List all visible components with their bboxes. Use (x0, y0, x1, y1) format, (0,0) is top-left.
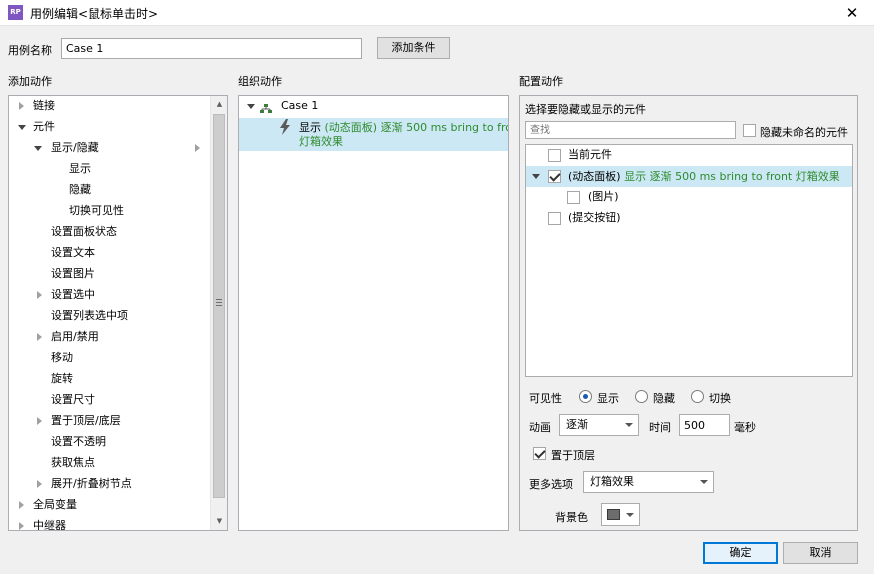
tree-item-global-variable[interactable]: 全局变量 (9, 495, 209, 515)
tree-item-widget[interactable]: 元件 (9, 117, 209, 137)
expand-arrow-icon[interactable] (37, 291, 42, 299)
widget-search-input[interactable] (525, 121, 736, 139)
collapse-arrow-icon[interactable] (34, 146, 42, 151)
widget-item-submit-button[interactable]: (提交按钮) (526, 208, 852, 228)
dropdown-caret-icon (700, 480, 708, 484)
scroll-thumb[interactable] (213, 114, 225, 498)
tree-item-link[interactable]: 链接 (9, 96, 209, 116)
tree-item-move[interactable]: 移动 (51, 348, 73, 368)
more-options-select[interactable]: 灯箱效果 (583, 471, 714, 493)
action-target: (动态面板) (324, 121, 378, 134)
tree-item-show[interactable]: 显示 (69, 159, 91, 179)
title-bar: RP 用例编辑<鼠标单击时> ✕ (0, 0, 874, 26)
configure-subheader: 选择要隐藏或显示的元件 (525, 103, 646, 116)
expand-arrow-icon[interactable] (19, 501, 24, 509)
visibility-show-radio[interactable] (579, 390, 592, 403)
tree-item-set-opacity[interactable]: 设置不透明 (51, 432, 106, 452)
tree-item-enable-disable[interactable]: 启用/禁用 (9, 327, 209, 347)
case-icon (260, 101, 272, 113)
widget-item-image[interactable]: (图片) (526, 187, 852, 207)
dropdown-caret-icon (625, 423, 633, 427)
scroll-down-icon[interactable]: ▼ (211, 513, 227, 530)
tree-item-focus[interactable]: 获取焦点 (51, 453, 95, 473)
submenu-arrow-icon (195, 144, 200, 152)
bring-to-front-checkbox[interactable] (533, 447, 546, 460)
ok-button[interactable]: 确定 (703, 542, 778, 564)
tree-item-set-list-selection[interactable]: 设置列表选中项 (51, 306, 128, 326)
action-detail-line2: 灯箱效果 (299, 135, 343, 148)
action-verb: 显示 (299, 121, 321, 134)
tree-item-set-size[interactable]: 设置尺寸 (51, 390, 95, 410)
cancel-button[interactable]: 取消 (783, 542, 858, 564)
app-icon: RP (8, 5, 23, 20)
widget-checkbox[interactable] (548, 149, 561, 162)
tree-item-repeater[interactable]: 中继器 (9, 516, 209, 530)
organize-actions-header: 组织动作 (238, 75, 282, 88)
more-options-label: 更多选项 (529, 478, 573, 491)
tree-item-show-hide[interactable]: 显示/隐藏 (9, 138, 209, 158)
close-button[interactable]: ✕ (830, 0, 874, 26)
widget-list: 当前元件 (动态面板) 显示 逐渐 500 ms bring to front … (525, 144, 853, 377)
tree-item-set-image[interactable]: 设置图片 (51, 264, 95, 284)
time-label: 时间 (649, 421, 671, 434)
expand-arrow-icon[interactable] (37, 333, 42, 341)
collapse-arrow-icon[interactable] (18, 125, 26, 130)
case-name-input[interactable] (61, 38, 362, 59)
add-actions-tree: 链接 元件 显示/隐藏 显示 隐藏 切换可见性 设置面板状态 设置文本 设置图片… (8, 95, 228, 531)
organize-actions-tree: Case 1 显示 (动态面板) 逐渐 500 ms bring to fron… (238, 95, 509, 531)
animation-select[interactable]: 逐渐 (559, 414, 639, 436)
widget-checkbox[interactable] (567, 191, 580, 204)
add-actions-header: 添加动作 (8, 75, 52, 88)
expand-arrow-icon[interactable] (19, 102, 24, 110)
widget-item-current[interactable]: 当前元件 (526, 145, 852, 165)
visibility-hide-radio[interactable] (635, 390, 648, 403)
expand-arrow-icon[interactable] (37, 480, 42, 488)
collapse-arrow-icon[interactable] (247, 104, 255, 109)
window-title: 用例编辑<鼠标单击时> (30, 7, 159, 21)
visibility-label: 可见性 (529, 392, 562, 405)
tree-item-hide[interactable]: 隐藏 (69, 180, 91, 200)
widget-checkbox[interactable] (548, 212, 561, 225)
collapse-arrow-icon[interactable] (532, 174, 540, 179)
tree-item-expand-collapse-node[interactable]: 展开/折叠树节点 (9, 474, 209, 494)
expand-arrow-icon[interactable] (37, 417, 42, 425)
case-name-label: 用例名称 (8, 44, 52, 57)
hide-unnamed-checkbox[interactable] (743, 124, 756, 137)
tree-item-rotate[interactable]: 旋转 (51, 369, 73, 389)
tree-item-set-text[interactable]: 设置文本 (51, 243, 95, 263)
color-swatch (607, 509, 620, 520)
background-color-label: 背景色 (555, 511, 588, 524)
close-icon: ✕ (845, 4, 859, 22)
time-unit: 毫秒 (734, 421, 756, 434)
visibility-toggle-radio[interactable] (691, 390, 704, 403)
hide-unnamed-label: 隐藏未命名的元件 (760, 126, 848, 139)
tree-item-bring-front-back[interactable]: 置于顶层/底层 (9, 411, 209, 431)
dropdown-caret-icon (626, 513, 634, 517)
widget-checkbox[interactable] (548, 170, 561, 183)
tree-item-toggle-visibility[interactable]: 切换可见性 (69, 201, 124, 221)
widget-item-dynamic-panel[interactable]: (动态面板) 显示 逐渐 500 ms bring to front 灯箱效果 (526, 166, 852, 187)
tree-item-set-panel-state[interactable]: 设置面板状态 (51, 222, 117, 242)
background-color-picker[interactable] (601, 503, 640, 526)
time-input[interactable] (679, 414, 730, 436)
visibility-show-label: 显示 (597, 392, 619, 405)
add-condition-button[interactable]: 添加条件 (377, 37, 450, 59)
tree-item-set-selected[interactable]: 设置选中 (9, 285, 209, 305)
add-actions-scrollbar[interactable]: ▲ ▼ (210, 96, 227, 530)
action-detail: 逐渐 500 ms bring to front (380, 121, 509, 134)
expand-arrow-icon[interactable] (19, 522, 24, 530)
visibility-hide-label: 隐藏 (653, 392, 675, 405)
animation-label: 动画 (529, 421, 551, 434)
case-label: Case 1 (281, 99, 319, 112)
case-node[interactable]: Case 1 (239, 96, 508, 116)
visibility-toggle-label: 切换 (709, 392, 731, 405)
scroll-up-icon[interactable]: ▲ (211, 96, 227, 113)
configure-actions-header: 配置动作 (519, 75, 563, 88)
bring-to-front-label: 置于顶层 (551, 449, 595, 462)
action-row[interactable]: 显示 (动态面板) 逐渐 500 ms bring to front 灯箱效果 (239, 118, 508, 151)
configure-actions-panel: 选择要隐藏或显示的元件 隐藏未命名的元件 当前元件 (动态面板) 显示 逐渐 5… (519, 95, 858, 531)
lightning-icon (279, 119, 291, 135)
